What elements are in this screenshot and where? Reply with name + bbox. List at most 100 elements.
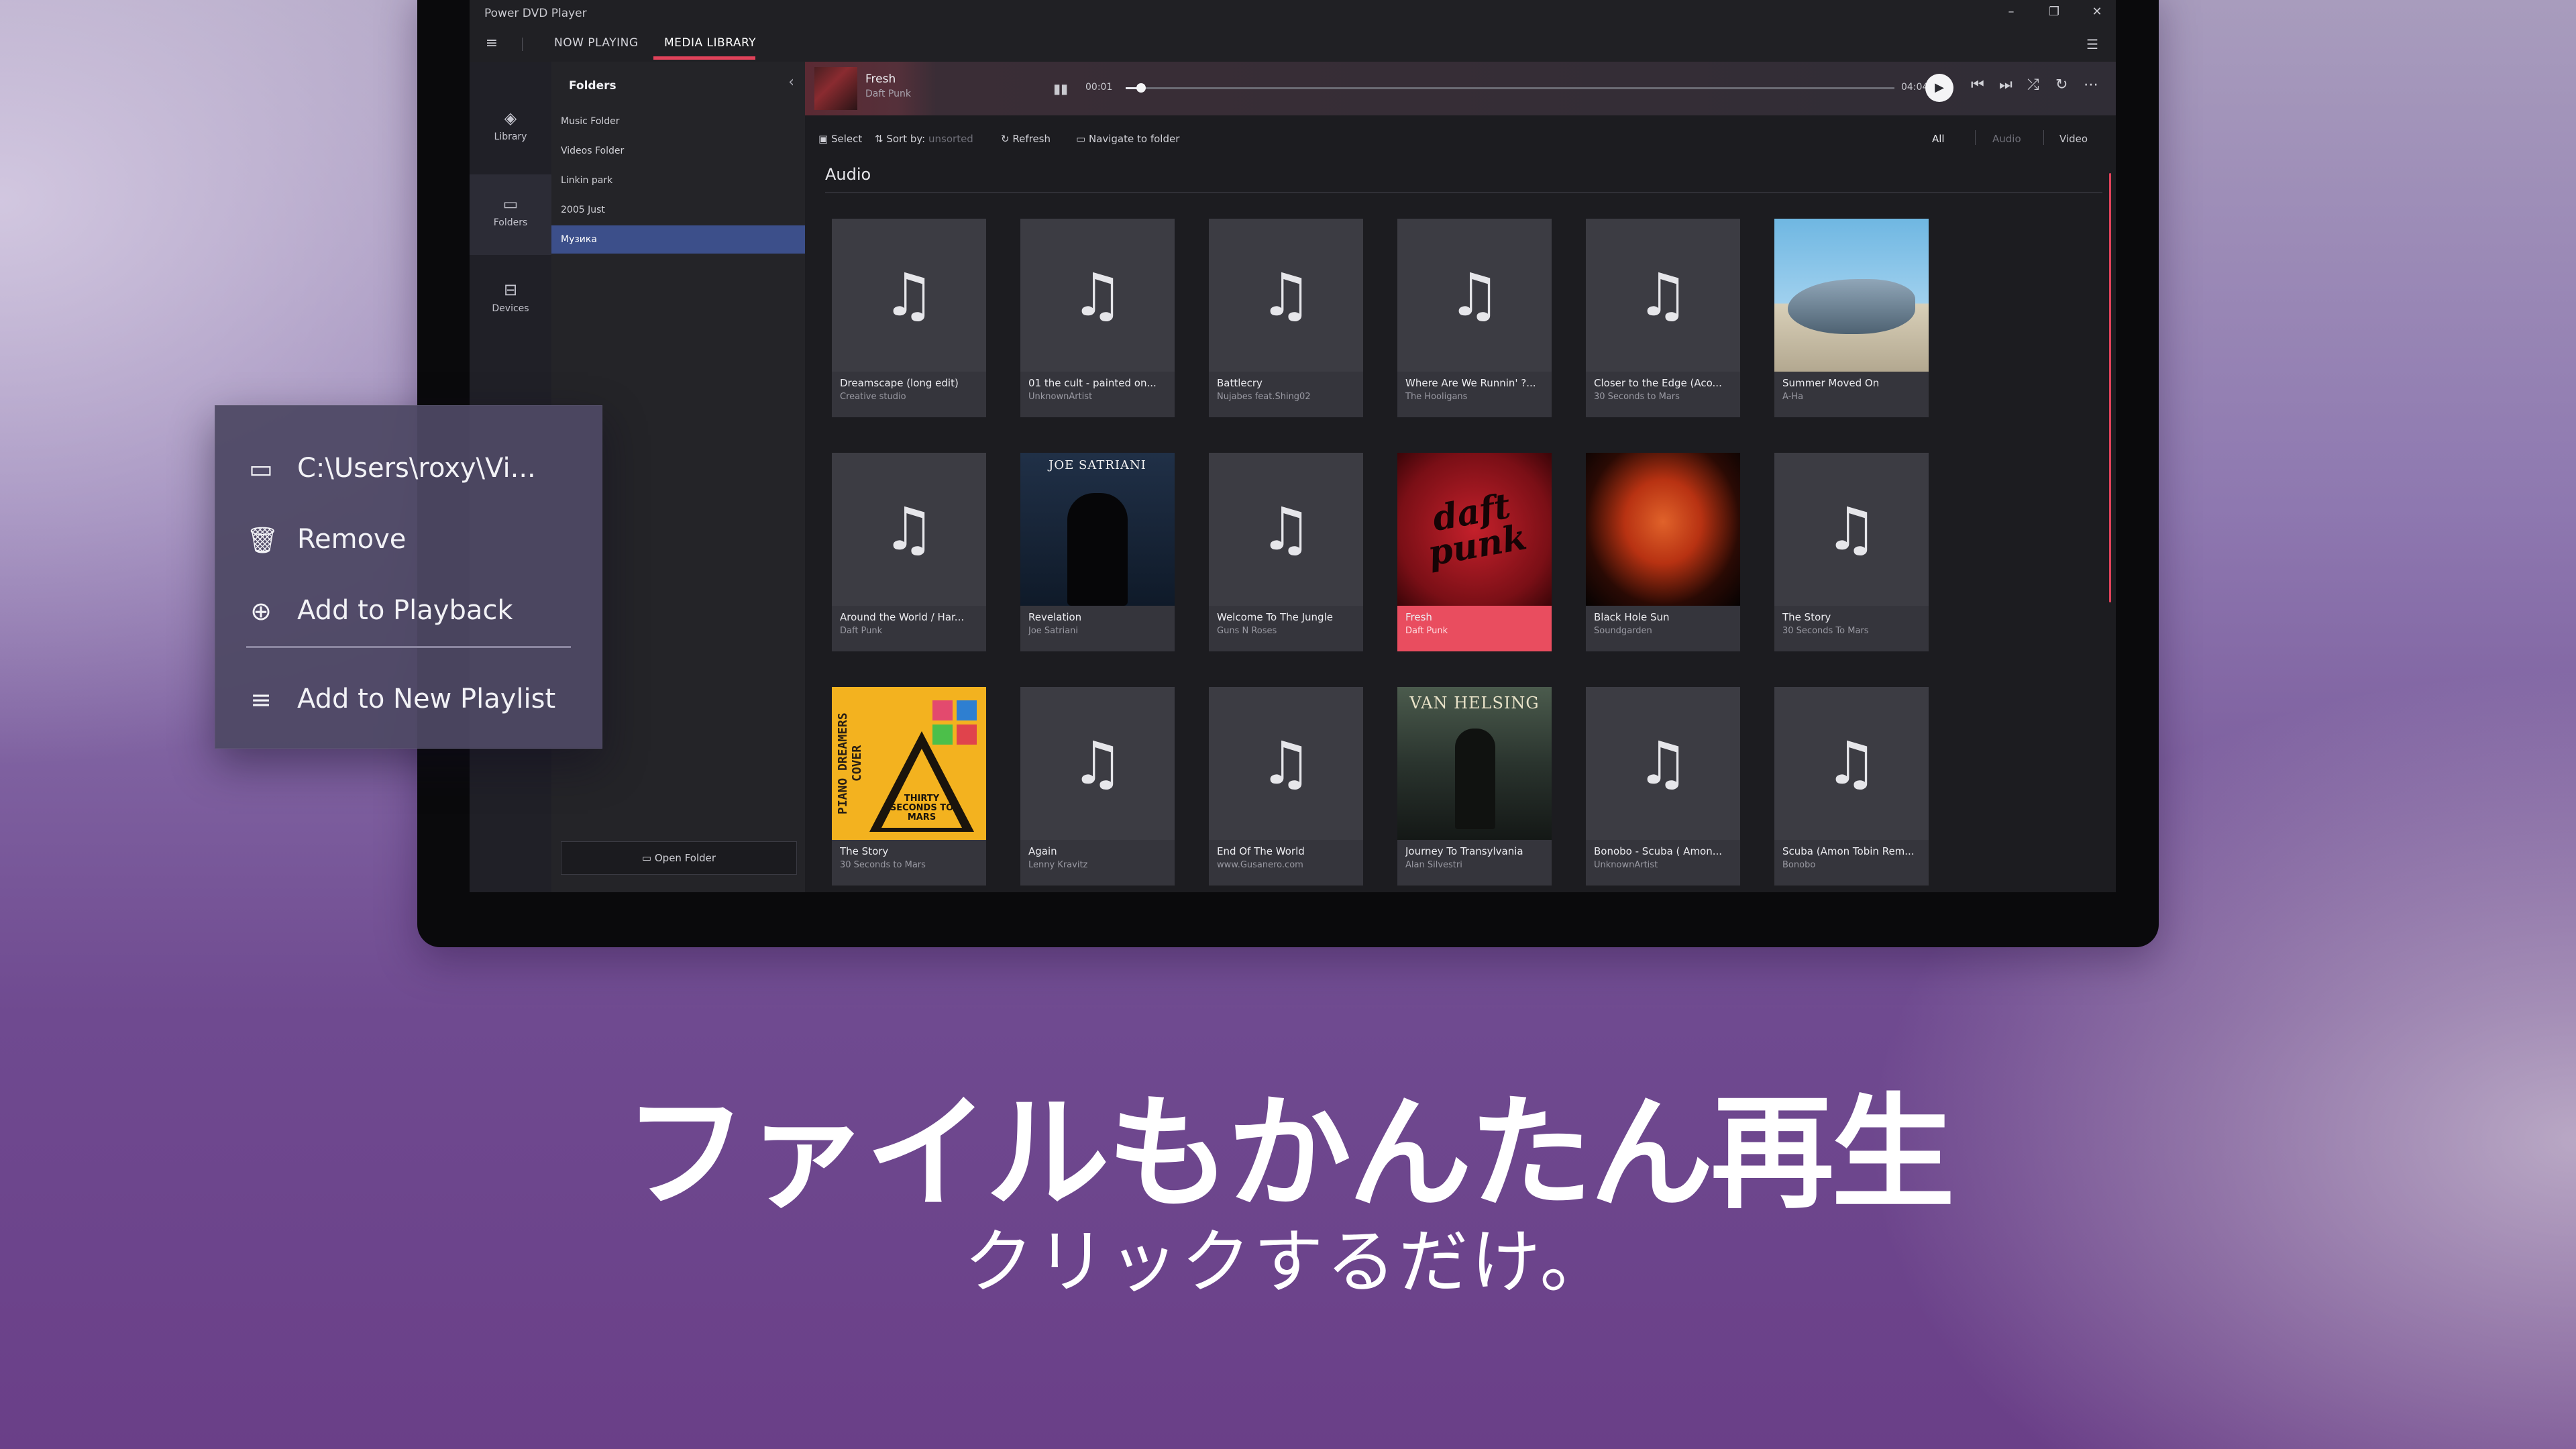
album-title: Revelation <box>1028 611 1082 623</box>
folder-item-2005-just[interactable]: 2005 Just <box>551 196 805 224</box>
nav-divider <box>522 38 523 51</box>
open-folder-label: Open Folder <box>654 852 716 864</box>
album-card[interactable]: JOE SATRIANI Revelation Joe Satriani <box>1020 453 1175 651</box>
refresh-button[interactable]: ↻ Refresh <box>1001 133 1051 145</box>
repeat-icon[interactable]: ↻ <box>2055 76 2068 93</box>
title-bar: Power DVD Player – ❐ ✕ <box>470 0 2116 27</box>
album-title: Black Hole Sun <box>1594 611 1670 623</box>
now-playing-artwork[interactable] <box>814 67 857 110</box>
album-card[interactable]: PIANO DREAMERS COVER THIRTY SECONDS TO MA… <box>832 687 986 885</box>
album-card[interactable]: ♫ End Of The World www.Gusanero.com <box>1209 687 1363 885</box>
folder-item-muzyka[interactable]: Музика <box>551 225 805 254</box>
sidebar-item-devices[interactable]: ⊟ Devices <box>470 260 551 341</box>
album-artist: UnknownArtist <box>1594 860 1658 870</box>
minimize-icon[interactable]: – <box>2003 4 2019 20</box>
open-folder-button[interactable]: ▭ Open Folder <box>561 841 797 875</box>
sort-button[interactable]: ⇅ Sort by: unsorted <box>875 133 973 145</box>
music-note-icon: ♫ <box>1636 260 1690 329</box>
album-artwork: ♫ <box>832 219 986 372</box>
menu-item-label: Add to Playback <box>297 595 513 626</box>
artwork-figure <box>1067 493 1128 606</box>
sidebar-item-folders[interactable]: ▭ Folders <box>470 174 551 255</box>
more-options-icon[interactable]: ⋯ <box>2084 76 2098 93</box>
album-artwork: ♫ <box>1020 219 1175 372</box>
navigate-label: Navigate to folder <box>1088 133 1180 145</box>
sidebar-item-label: Devices <box>492 303 529 314</box>
album-title: Journey To Transylvania <box>1405 845 1523 857</box>
close-icon[interactable]: ✕ <box>2089 4 2105 20</box>
filter-video[interactable]: Video <box>2059 133 2088 145</box>
folder-item-linkin-park[interactable]: Linkin park <box>551 166 805 195</box>
folder-item-music[interactable]: Music Folder <box>551 107 805 136</box>
album-artwork: ♫ <box>1209 219 1363 372</box>
album-card[interactable]: daft punk Fresh Daft Punk <box>1397 453 1552 651</box>
active-tab-indicator <box>653 56 755 60</box>
filter-all[interactable]: All <box>1932 133 1945 145</box>
artwork-figure <box>1455 729 1495 829</box>
hamburger-menu-icon[interactable]: ≡ <box>483 35 500 52</box>
menu-item-remove[interactable]: 🗑 Remove <box>215 505 602 572</box>
menu-item-label: Add to New Playlist <box>297 684 556 714</box>
album-card[interactable]: ♫ Closer to the Edge (Aco... 30 Seconds to… <box>1586 219 1740 417</box>
music-note-icon: ♫ <box>882 494 936 564</box>
album-card[interactable]: VAN HELSING Journey To Transylvania Alan S… <box>1397 687 1552 885</box>
album-card[interactable]: ♫ Scuba (Amon Tobin Rem... Bonobo <box>1774 687 1929 885</box>
app-title: Power DVD Player <box>484 7 587 20</box>
album-card[interactable]: ♫ The Story 30 Seconds To Mars <box>1774 453 1929 651</box>
album-artist: www.Gusanero.com <box>1217 860 1303 870</box>
filter-audio[interactable]: Audio <box>1992 133 2021 145</box>
album-artwork: VAN HELSING <box>1397 687 1552 840</box>
navigate-folder-button[interactable]: ▭ Navigate to folder <box>1076 133 1179 145</box>
menu-item-add-to-playback[interactable]: ⊕ Add to Playback <box>215 576 602 643</box>
album-card[interactable]: ♫ 01 the cult - painted on... UnknownArtis… <box>1020 219 1175 417</box>
album-card[interactable]: ♫ Bonobo - Scuba ( Amon... UnknownArtist <box>1586 687 1740 885</box>
filter-divider <box>2043 130 2044 145</box>
seek-bar[interactable] <box>1126 83 1894 93</box>
album-artist: Soundgarden <box>1594 626 1652 636</box>
restore-icon[interactable]: ❐ <box>2046 4 2062 20</box>
album-title: Bonobo - Scuba ( Amon... <box>1594 845 1723 857</box>
album-card[interactable]: ♫ Battlecry Nujabes feat.Shing02 <box>1209 219 1363 417</box>
album-card[interactable]: Summer Moved On A-Ha <box>1774 219 1929 417</box>
devices-icon: ⊟ <box>503 280 518 299</box>
music-note-icon: ♫ <box>1448 260 1501 329</box>
seek-bar-knob[interactable] <box>1136 83 1146 93</box>
next-icon[interactable]: ⏭ <box>1999 76 2012 93</box>
album-title: Closer to the Edge (Aco... <box>1594 377 1722 389</box>
album-card[interactable]: ♫ Around the World / Har... Daft Punk <box>832 453 986 651</box>
album-card[interactable]: ♫ Where Are We Runnin' ?... The Hooligans <box>1397 219 1552 417</box>
queue-icon[interactable]: ☰ <box>2086 36 2098 52</box>
context-menu: ▭ C:\Users\roxy\Vi... 🗑 Remove ⊕ Add to … <box>215 405 602 749</box>
tab-media-library[interactable]: MEDIA LIBRARY <box>664 36 756 50</box>
sidebar-item-library[interactable]: ◈ Library <box>470 89 551 169</box>
play-button[interactable]: ▶ <box>1925 74 1953 102</box>
music-note-icon: ♫ <box>1071 260 1124 329</box>
album-title: End Of The World <box>1217 845 1305 857</box>
artwork-square <box>932 700 953 720</box>
menu-item-add-to-new-playlist[interactable]: ≡ Add to New Playlist <box>215 665 602 732</box>
folder-item-videos[interactable]: Videos Folder <box>551 137 805 165</box>
shuffle-icon[interactable]: ⤮ <box>2027 76 2039 93</box>
album-artwork: ♫ <box>1586 219 1740 372</box>
library-toolbar: ▣ Select ⇅ Sort by: unsorted ↻ Refresh ▭… <box>805 115 2116 162</box>
album-card[interactable]: ♫ Again Lenny Kravitz <box>1020 687 1175 885</box>
chevron-left-icon[interactable]: ‹ <box>788 74 794 91</box>
tab-now-playing[interactable]: NOW PLAYING <box>554 36 639 50</box>
album-card[interactable]: ♫ Dreamscape (long edit) Creative studio <box>832 219 986 417</box>
select-button[interactable]: ▣ Select <box>818 133 862 145</box>
menu-item-path[interactable]: ▭ C:\Users\roxy\Vi... <box>215 434 602 501</box>
music-note-icon: ♫ <box>1825 729 1878 798</box>
album-title: Again <box>1028 845 1057 857</box>
album-title: Dreamscape (long edit) <box>840 377 959 389</box>
album-card[interactable]: ♫ Welcome To The Jungle Guns N Roses <box>1209 453 1363 651</box>
artwork-text: VAN HELSING <box>1409 694 1540 712</box>
volume-icon[interactable]: ▮▮ <box>1053 80 1068 97</box>
refresh-label: Refresh <box>1012 133 1051 145</box>
previous-icon[interactable]: ⏮ <box>1971 76 1984 93</box>
album-artist: 30 Seconds To Mars <box>1782 626 1869 636</box>
scrollbar[interactable] <box>2109 173 2111 602</box>
sort-label: Sort by: <box>886 133 926 145</box>
album-artwork: ♫ <box>1586 687 1740 840</box>
album-artwork: ♫ <box>1209 687 1363 840</box>
album-card[interactable]: Black Hole Sun Soundgarden <box>1586 453 1740 651</box>
